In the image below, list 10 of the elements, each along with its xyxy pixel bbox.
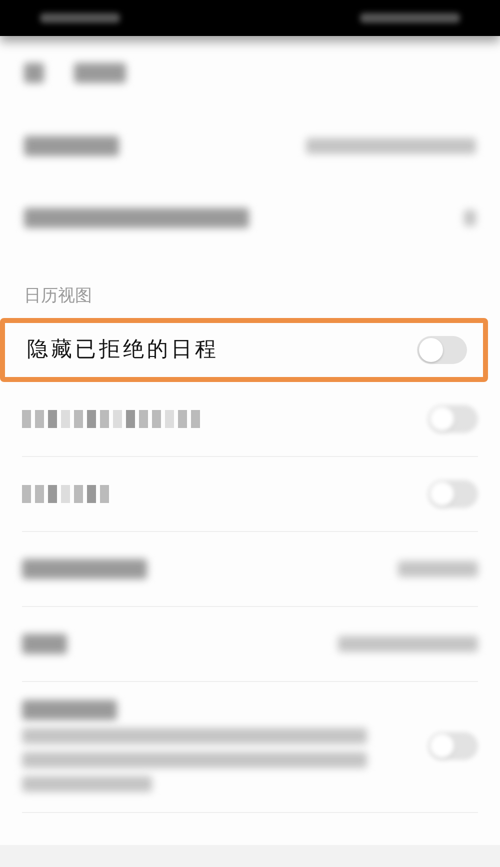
blurred-text bbox=[464, 210, 476, 226]
toggle-switch[interactable] bbox=[417, 336, 467, 364]
blurred-text bbox=[22, 634, 67, 654]
setting-label: 隐藏已拒绝的日程 bbox=[27, 336, 219, 363]
toggle-switch[interactable] bbox=[428, 404, 478, 432]
blurred-text bbox=[74, 63, 126, 83]
section-title: 日历视图 bbox=[23, 285, 93, 308]
blurred-text bbox=[24, 63, 44, 83]
toggle-switch[interactable] bbox=[428, 732, 478, 760]
toggle-switch[interactable] bbox=[428, 480, 478, 508]
